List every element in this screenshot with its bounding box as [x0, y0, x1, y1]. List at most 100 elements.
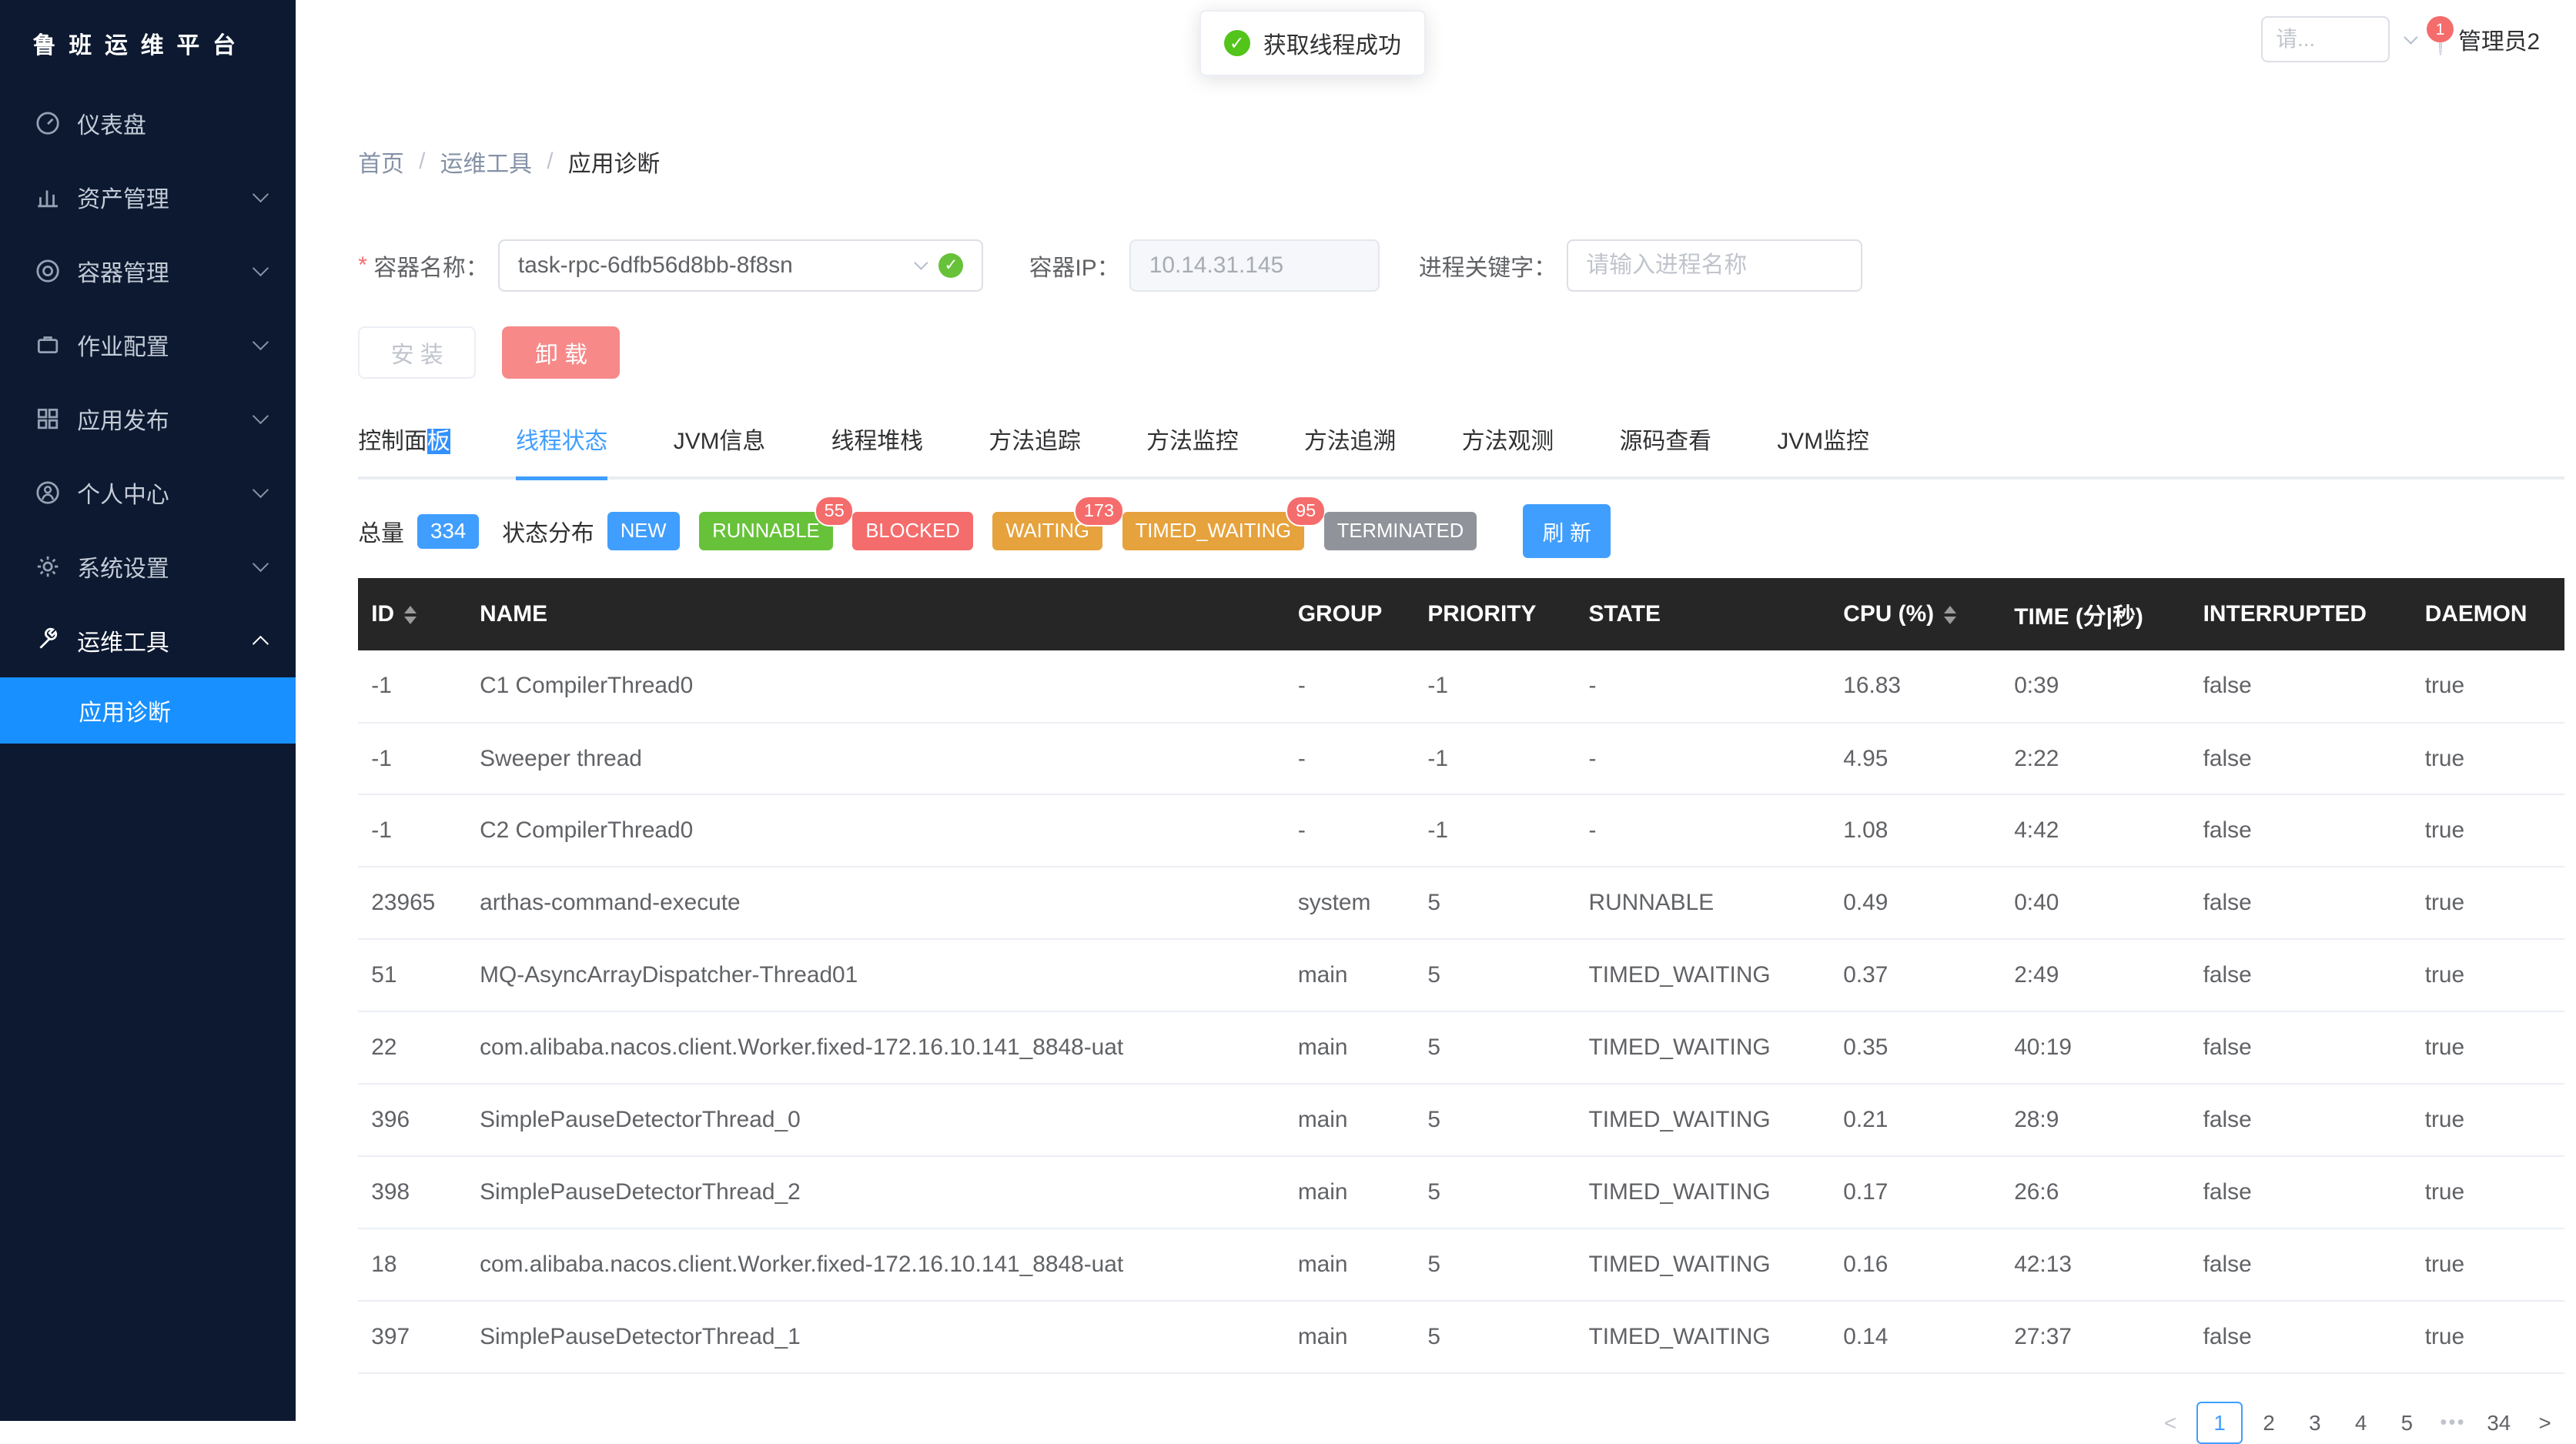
- sidebar-item-ops-tools[interactable]: 运维工具: [0, 603, 296, 677]
- table-cell: TIMED_WAITING: [1575, 1301, 1830, 1373]
- breadcrumb-section[interactable]: 运维工具: [440, 145, 532, 179]
- column-header-id[interactable]: ID: [358, 578, 467, 650]
- table-row: 396SimplePauseDetectorThread_0main5TIMED…: [358, 1084, 2564, 1156]
- table-cell: 28:9: [2001, 1084, 2190, 1156]
- tab-thread-state[interactable]: 线程状态: [516, 422, 607, 477]
- table-cell: 42:13: [2001, 1228, 2190, 1301]
- chevron-down-icon[interactable]: [2404, 30, 2417, 44]
- table-cell: 398: [358, 1156, 467, 1228]
- table-cell: 396: [358, 1084, 467, 1156]
- tab-method-trace[interactable]: 方法追踪: [989, 422, 1080, 477]
- table-cell: main: [1285, 1011, 1415, 1084]
- pagination-page-2[interactable]: 2: [2250, 1402, 2289, 1444]
- pagination-page-3[interactable]: 3: [2295, 1402, 2334, 1444]
- column-header-state: STATE: [1575, 578, 1830, 650]
- sidebar-item-label: 个人中心: [77, 476, 169, 510]
- table-cell: 397: [358, 1301, 467, 1373]
- table-cell: true: [2412, 650, 2565, 723]
- table-cell: com.alibaba.nacos.client.Worker.fixed-17…: [467, 1011, 1285, 1084]
- table-cell: 40:19: [2001, 1011, 2190, 1084]
- required-mark: *: [358, 252, 367, 279]
- page-content: 首页 / 运维工具 / 应用诊断 * 容器名称： task-rpc-6dfb56…: [296, 145, 2576, 1444]
- sidebar-item-dashboard[interactable]: 仪表盘: [0, 86, 296, 160]
- sidebar-item-settings[interactable]: 系统设置: [0, 530, 296, 603]
- process-keyword-label: 进程关键字：: [1419, 249, 1557, 282]
- column-label: STATE: [1589, 601, 1661, 627]
- state-badge-waiting[interactable]: WAITING173: [992, 512, 1102, 550]
- dashboard-icon: [35, 110, 61, 136]
- topbar-search-input[interactable]: [2261, 16, 2389, 62]
- table-cell: 0.14: [1830, 1301, 2001, 1373]
- uninstall-button[interactable]: 卸 载: [502, 326, 620, 379]
- table-cell: C2 CompilerThread0: [467, 794, 1285, 867]
- tab-jvm-monitor[interactable]: JVM监控: [1777, 422, 1868, 477]
- table-cell: TIMED_WAITING: [1575, 1084, 1830, 1156]
- gear-icon: [35, 553, 61, 580]
- tab-thread-stack[interactable]: 线程堆栈: [831, 422, 923, 477]
- breadcrumb-home[interactable]: 首页: [358, 145, 404, 179]
- table-cell: SimplePauseDetectorThread_2: [467, 1156, 1285, 1228]
- column-label: NAME: [480, 601, 547, 627]
- state-badge-blocked[interactable]: BLOCKED: [852, 512, 972, 550]
- column-label: PRIORITY: [1427, 601, 1536, 627]
- install-button[interactable]: 安 装: [358, 326, 476, 379]
- container-name-label: 容器名称：: [373, 249, 488, 282]
- topbar: 获取线程成功 1 管理员2: [296, 0, 2576, 79]
- table-cell: -1: [358, 650, 467, 723]
- breadcrumb-separator: /: [419, 149, 425, 175]
- sidebar-item-label: 作业配置: [77, 328, 169, 362]
- thread-status-bar: 总量 334 状态分布 NEW RUNNABLE55 BLOCKED WAITI…: [358, 504, 2563, 558]
- pagination-page-last[interactable]: 34: [2479, 1402, 2518, 1444]
- total-count-badge: 334: [417, 514, 479, 549]
- table-cell: false: [2190, 1301, 2412, 1373]
- user-icon: [35, 480, 61, 506]
- state-badge-timed-waiting[interactable]: TIMED_WAITING95: [1122, 512, 1305, 550]
- pagination-page-5[interactable]: 5: [2387, 1402, 2427, 1444]
- breadcrumb-current: 应用诊断: [568, 145, 660, 179]
- chevron-up-icon: [253, 636, 269, 652]
- column-header-cpu[interactable]: CPU (%): [1830, 578, 2001, 650]
- sidebar-item-containers[interactable]: 容器管理: [0, 234, 296, 308]
- sidebar-item-label: 系统设置: [77, 550, 169, 583]
- state-badge-runnable[interactable]: RUNNABLE55: [699, 512, 833, 550]
- tab-method-watch[interactable]: 方法观测: [1462, 422, 1554, 477]
- sidebar-item-profile[interactable]: 个人中心: [0, 456, 296, 530]
- tab-source-view[interactable]: 源码查看: [1620, 422, 1711, 477]
- pagination-next-button[interactable]: >: [2525, 1402, 2564, 1444]
- sort-icon[interactable]: [1944, 606, 1956, 624]
- tab-control-panel[interactable]: 控制面板: [358, 422, 450, 477]
- table-cell: -: [1575, 794, 1830, 867]
- tab-method-monitor[interactable]: 方法监控: [1146, 422, 1238, 477]
- table-cell: 0:40: [2001, 867, 2190, 939]
- table-cell: 0.16: [1830, 1228, 2001, 1301]
- table-row: 397SimplePauseDetectorThread_1main5TIMED…: [358, 1301, 2564, 1373]
- pagination-page-1[interactable]: 1: [2196, 1402, 2243, 1444]
- table-cell: -: [1285, 723, 1415, 795]
- column-label: INTERRUPTED: [2203, 601, 2367, 627]
- sidebar-item-assets[interactable]: 资产管理: [0, 160, 296, 234]
- column-header-priority: PRIORITY: [1414, 578, 1575, 650]
- user-avatar[interactable]: 1: [2439, 25, 2442, 55]
- pagination-page-4[interactable]: 4: [2341, 1402, 2380, 1444]
- table-row: -1Sweeper thread--1-4.952:22falsetrue: [358, 723, 2564, 795]
- column-label: ID: [371, 601, 394, 627]
- sidebar-item-release[interactable]: 应用发布: [0, 382, 296, 456]
- table-cell: 5: [1414, 1011, 1575, 1084]
- table-cell: false: [2190, 650, 2412, 723]
- table-cell: true: [2412, 794, 2565, 867]
- refresh-button[interactable]: 刷 新: [1523, 504, 1611, 558]
- sidebar-subitem-app-diagnostics[interactable]: 应用诊断: [0, 677, 296, 743]
- sort-icon[interactable]: [404, 606, 417, 624]
- briefcase-icon: [35, 332, 61, 358]
- pagination-ellipsis[interactable]: •••: [2433, 1402, 2472, 1444]
- state-badge-terminated[interactable]: TERMINATED: [1324, 512, 1477, 550]
- tab-method-traceback[interactable]: 方法追溯: [1304, 422, 1396, 477]
- user-name[interactable]: 管理员2: [2458, 22, 2540, 56]
- container-name-select[interactable]: task-rpc-6dfb56d8bb-8f8sn: [498, 239, 983, 292]
- process-keyword-input[interactable]: [1567, 239, 1862, 292]
- pagination-prev-button[interactable]: <: [2151, 1402, 2190, 1444]
- table-cell: com.alibaba.nacos.client.Worker.fixed-17…: [467, 1228, 1285, 1301]
- state-badge-new[interactable]: NEW: [607, 512, 680, 550]
- tab-jvm-info[interactable]: JVM信息: [674, 422, 765, 477]
- sidebar-item-jobs[interactable]: 作业配置: [0, 308, 296, 382]
